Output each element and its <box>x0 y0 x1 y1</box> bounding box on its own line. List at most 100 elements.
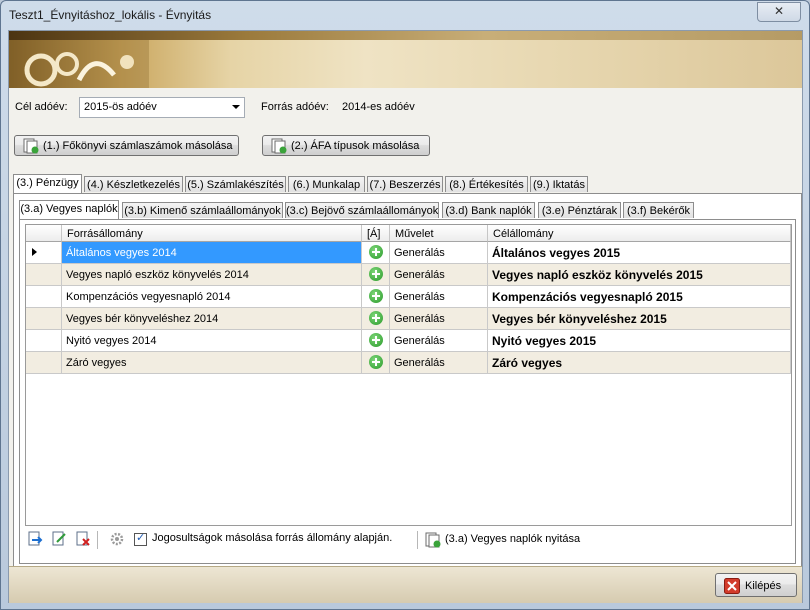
action-cell[interactable] <box>362 352 390 373</box>
row-selector[interactable] <box>26 286 62 307</box>
tab-szamlakeszites[interactable]: (5.) Számlakészítés <box>185 176 286 192</box>
source-cell[interactable]: Kompenzációs vegyesnapló 2014 <box>62 286 362 307</box>
column-header-operation[interactable]: Művelet <box>390 225 488 242</box>
copy-document-icon <box>23 138 39 154</box>
target-cell[interactable]: Nyitó vegyes 2015 <box>488 330 791 351</box>
target-cell[interactable]: Vegyes napló eszköz könyvelés 2015 <box>488 264 791 285</box>
window-title: Teszt1_Évnyitáshoz_lokális - Évnyitás <box>9 8 212 22</box>
header-banner <box>9 31 802 88</box>
tab-kimeno-szamlaallomanyok[interactable]: (3.b) Kimenő számlaállományok <box>122 202 283 218</box>
add-green-icon[interactable] <box>369 245 383 259</box>
operation-cell[interactable]: Generálás <box>390 352 488 373</box>
banner-stripe <box>9 31 802 40</box>
open-journals-label: (3.a) Vegyes naplók nyitása <box>445 533 581 545</box>
table-row[interactable]: Nyitó vegyes 2014 Generálás Nyitó vegyes… <box>26 330 791 352</box>
tab-penzugy[interactable]: (3.) Pénzügy <box>13 174 82 193</box>
copy-accounts-label: (1.) Főkönyvi számlaszámok másolása <box>43 140 233 152</box>
window-close-button[interactable]: ✕ <box>757 2 801 22</box>
operation-cell[interactable]: Generálás <box>390 264 488 285</box>
tab-bank-naplok[interactable]: (3.d) Bank naplók <box>442 202 535 218</box>
target-cell[interactable]: Kompenzációs vegyesnapló 2015 <box>488 286 791 307</box>
add-green-icon[interactable] <box>369 289 383 303</box>
tab-vegyes-naplok[interactable]: (3.a) Vegyes naplók <box>19 200 119 219</box>
footer-bar: Kilépés <box>9 566 802 603</box>
target-year-label: Cél adóév: <box>15 101 68 113</box>
exit-label: Kilépés <box>745 580 782 592</box>
add-green-icon[interactable] <box>369 355 383 369</box>
tab-penztarak[interactable]: (3.e) Pénztárak <box>538 202 621 218</box>
source-cell[interactable]: Záró vegyes <box>62 352 362 373</box>
gear-icon[interactable] <box>109 531 125 547</box>
action-cell[interactable] <box>362 286 390 307</box>
tab-ertekesites[interactable]: (8.) Értékesítés <box>445 176 528 192</box>
action-cell[interactable] <box>362 330 390 351</box>
source-cell[interactable]: Vegyes napló eszköz könyvelés 2014 <box>62 264 362 285</box>
target-cell[interactable]: Vegyes bér könyveléshez 2015 <box>488 308 791 329</box>
source-cell[interactable]: Nyitó vegyes 2014 <box>62 330 362 351</box>
row-selector[interactable] <box>26 352 62 373</box>
table-row[interactable]: Vegyes napló eszköz könyvelés 2014 Gener… <box>26 264 791 286</box>
tab-munkalap[interactable]: (6.) Munkalap <box>288 176 365 192</box>
copy-permissions-checkbox[interactable] <box>134 531 147 546</box>
action-cell[interactable] <box>362 308 390 329</box>
source-year-label: Forrás adóév: <box>261 101 329 113</box>
target-cell[interactable]: Záró vegyes <box>488 352 791 373</box>
operation-cell[interactable]: Generálás <box>390 330 488 351</box>
grid-toolbar: Jogosultságok másolása forrás állomány a… <box>25 528 790 552</box>
main-tab-strip: (3.) Pénzügy (4.) Készletkezelés (5.) Sz… <box>13 174 800 194</box>
row-selector[interactable] <box>26 242 62 263</box>
current-row-arrow-icon <box>32 248 37 256</box>
toolbar-separator <box>417 531 418 549</box>
add-green-icon[interactable] <box>369 333 383 347</box>
add-green-icon[interactable] <box>369 267 383 281</box>
title-bar[interactable]: Teszt1_Évnyitáshoz_lokális - Évnyitás ✕ <box>1 1 809 29</box>
column-header-target[interactable]: Célállomány <box>488 225 791 242</box>
client-area: Cél adóév: 2015-ös adóév Forrás adóév: 2… <box>8 30 803 603</box>
copy-document-icon <box>425 532 441 548</box>
banner-logo-art <box>9 40 149 88</box>
copy-permissions-label: Jogosultságok másolása forrás állomány a… <box>152 532 393 544</box>
action-cell[interactable] <box>362 242 390 263</box>
tab-bejovo-szamlaallomanyok[interactable]: (3.c) Bejövő számlaállományok <box>285 202 439 218</box>
source-cell[interactable]: Általános vegyes 2014 <box>62 242 362 263</box>
delete-document-icon[interactable] <box>75 531 91 547</box>
target-cell[interactable]: Általános vegyes 2015 <box>488 242 791 263</box>
target-year-value: 2015-ös adóév <box>84 101 157 113</box>
operation-cell[interactable]: Generálás <box>390 308 488 329</box>
import-icon[interactable] <box>27 531 43 547</box>
sub-tab-strip: (3.a) Vegyes naplók (3.b) Kimenő számlaá… <box>19 200 794 220</box>
column-header-a[interactable]: [Á] <box>362 225 390 242</box>
add-green-icon[interactable] <box>369 311 383 325</box>
copy-document-icon <box>271 138 287 154</box>
copy-vat-label: (2.) ÁFA típusok másolása <box>291 140 420 152</box>
row-header-corner <box>26 225 62 242</box>
table-row[interactable]: Vegyes bér könyveléshez 2014 Generálás V… <box>26 308 791 330</box>
action-cell[interactable] <box>362 264 390 285</box>
tab-keszletkezeles[interactable]: (4.) Készletkezelés <box>84 176 183 192</box>
tab-iktatas[interactable]: (9.) Iktatás <box>530 176 588 192</box>
open-journals-button[interactable]: (3.a) Vegyes naplók nyitása <box>423 529 603 551</box>
close-icon <box>724 578 740 594</box>
row-selector[interactable] <box>26 330 62 351</box>
toolbar-separator <box>97 531 98 549</box>
copy-accounts-button[interactable]: (1.) Főkönyvi számlaszámok másolása <box>14 135 239 156</box>
table-row[interactable]: Kompenzációs vegyesnapló 2014 Generálás … <box>26 286 791 308</box>
tab-beszerzes[interactable]: (7.) Beszerzés <box>367 176 443 192</box>
table-row[interactable]: Záró vegyes Generálás Záró vegyes <box>26 352 791 374</box>
table-row[interactable]: Általános vegyes 2014 Generálás Általáno… <box>26 242 791 264</box>
source-cell[interactable]: Vegyes bér könyveléshez 2014 <box>62 308 362 329</box>
operation-cell[interactable]: Generálás <box>390 242 488 263</box>
tab-bekerok[interactable]: (3.f) Bekérők <box>623 202 694 218</box>
row-selector[interactable] <box>26 264 62 285</box>
journals-grid[interactable]: Forrásállomány [Á] Művelet Célállomány Á… <box>25 224 792 526</box>
edit-document-icon[interactable] <box>51 531 67 547</box>
column-header-source[interactable]: Forrásállomány <box>62 225 362 242</box>
exit-button[interactable]: Kilépés <box>715 573 797 597</box>
row-selector[interactable] <box>26 308 62 329</box>
operation-cell[interactable]: Generálás <box>390 286 488 307</box>
source-year-value: 2014-es adóév <box>342 101 415 113</box>
main-window: Teszt1_Évnyitáshoz_lokális - Évnyitás ✕ … <box>0 0 810 610</box>
copy-vat-button[interactable]: (2.) ÁFA típusok másolása <box>262 135 430 156</box>
dropdown-arrow-icon[interactable] <box>232 105 240 109</box>
target-year-select[interactable]: 2015-ös adóév <box>79 97 245 118</box>
